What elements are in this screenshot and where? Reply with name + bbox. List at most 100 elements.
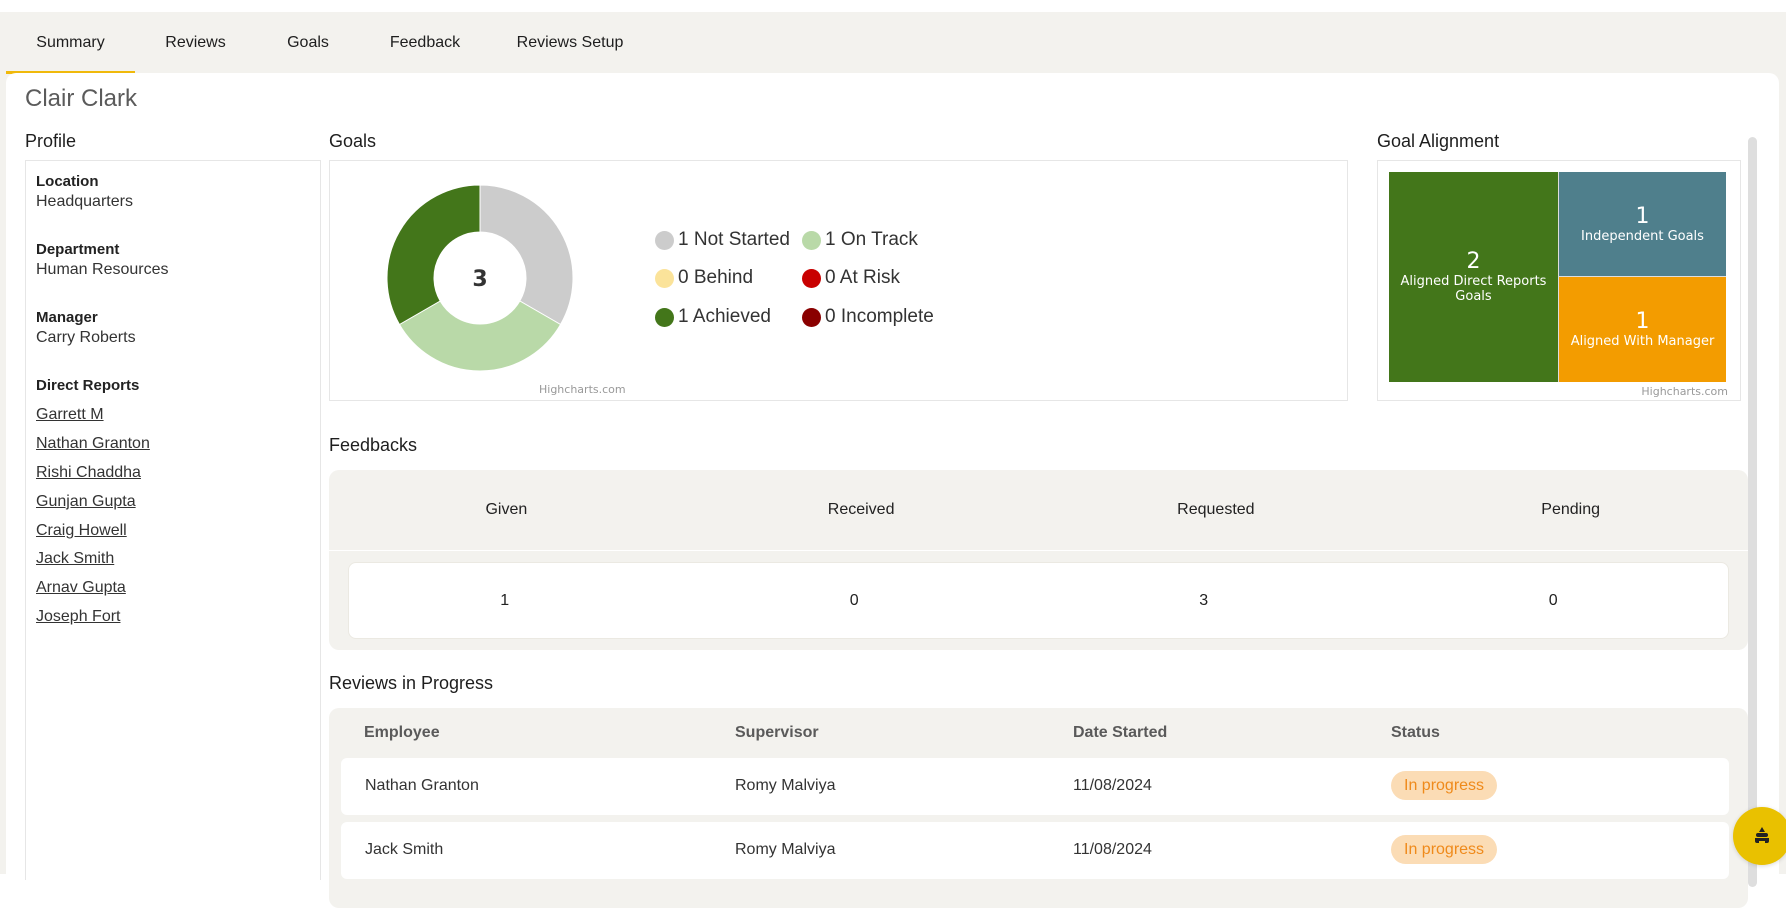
bee-icon (1755, 827, 1769, 843)
tab-summary[interactable]: Summary (6, 12, 135, 74)
legend-not-started[interactable]: 1 Not Started (655, 229, 790, 251)
legend-on-track[interactable]: 1 On Track (802, 229, 918, 251)
legend-dot-icon (655, 307, 674, 327)
column-header-date-started[interactable]: Date Started (1073, 724, 1167, 742)
legend-behind[interactable]: 0 Behind (655, 267, 753, 289)
profile-panel: Location Headquarters Department Human R… (25, 160, 321, 880)
help-assistant-button[interactable] (1733, 807, 1786, 865)
feedback-requested-count: 3 (1199, 591, 1209, 609)
goal-alignment-heading: Goal Alignment (1377, 131, 1500, 151)
donut-center-total: 3 (472, 267, 487, 292)
profile-heading: Profile (25, 131, 77, 151)
direct-report-link[interactable]: Rishi Chaddha (36, 464, 141, 482)
tab-goals[interactable]: Goals (256, 12, 360, 73)
legend-dot-icon (655, 268, 674, 288)
legend-text: 0 Incomplete (825, 306, 934, 327)
donut-slice-on-track[interactable] (398, 300, 562, 372)
column-header-received: Received (827, 501, 895, 518)
goals-heading: Goals (329, 131, 377, 151)
legend-dot-icon (655, 230, 674, 250)
legend-text: 1 On Track (825, 229, 918, 250)
column-header-pending: Pending (1541, 501, 1600, 518)
legend-text: 1 Not Started (678, 229, 790, 250)
profile-department: Department Human Resources (36, 241, 169, 279)
direct-report-link[interactable]: Garrett M (36, 406, 104, 424)
legend-text: 0 At Risk (825, 267, 900, 288)
direct-report-link[interactable]: Joseph Fort (36, 608, 120, 626)
legend-achieved[interactable]: 1 Achieved (655, 306, 771, 328)
field-value: Human Resources (36, 261, 169, 278)
direct-report-link[interactable]: Jack Smith (36, 550, 114, 568)
field-value: Headquarters (36, 193, 133, 210)
legend-dot-icon (802, 307, 821, 327)
supervisor-cell: Romy Malviya (735, 777, 836, 794)
column-header-requested: Requested (1177, 501, 1255, 518)
treemap-label: Aligned With Manager (1570, 334, 1715, 349)
highcharts-credit[interactable]: Highcharts.com (539, 383, 626, 396)
direct-reports-label: Direct Reports (36, 377, 139, 394)
goal-alignment-panel: 2 Aligned Direct Reports Goals 1 Indepen… (1377, 160, 1741, 401)
field-label: Department (36, 241, 120, 258)
feedbacks-header-row: Given Received Requested Pending (329, 470, 1748, 551)
field-label: Direct Reports (36, 377, 140, 394)
tab-bar: Summary Reviews Goals Feedback Reviews S… (6, 12, 650, 74)
date-cell: 11/08/2024 (1073, 841, 1152, 858)
field-label: Location (36, 173, 99, 190)
status-badge: In progress (1391, 771, 1498, 800)
supervisor-cell: Romy Malviya (735, 841, 836, 858)
feedback-pending-count: 0 (1548, 591, 1558, 609)
treemap-value: 1 (1635, 203, 1650, 229)
treemap-cell-aligned-with-manager[interactable]: 1 Aligned With Manager (1558, 277, 1726, 382)
date-cell: 11/08/2024 (1073, 777, 1152, 794)
treemap-label: Aligned Direct Reports Goals (1400, 274, 1547, 304)
donut-slice-not-started[interactable] (479, 184, 574, 326)
donut-slice-achieved[interactable] (386, 184, 481, 326)
treemap-cell-aligned-direct-reports[interactable]: 2 Aligned Direct Reports Goals (1389, 172, 1558, 382)
reviews-table: Employee Supervisor Date Started Status … (329, 708, 1748, 908)
legend-text: 1 Achieved (678, 306, 771, 327)
goals-chart-panel: 3 1 Not Started 1 On Track 0 Behind 0 At… (329, 160, 1348, 401)
tab-reviews[interactable]: Reviews (135, 12, 256, 73)
table-row[interactable]: Nathan Granton Romy Malviya 11/08/2024 I… (341, 758, 1729, 815)
direct-report-link[interactable]: Gunjan Gupta (36, 493, 136, 511)
profile-location: Location Headquarters (36, 173, 133, 211)
field-value: Carry Roberts (36, 329, 136, 346)
legend-dot-icon (802, 230, 821, 250)
feedbacks-heading: Feedbacks (329, 435, 418, 455)
table-row[interactable]: Jack Smith Romy Malviya 11/08/2024 In pr… (341, 822, 1729, 879)
feedback-given-count: 1 (500, 591, 510, 609)
status-badge: In progress (1391, 835, 1498, 864)
vertical-scrollbar[interactable] (1748, 137, 1757, 887)
field-label: Manager (36, 309, 98, 326)
column-header-status[interactable]: Status (1391, 724, 1440, 742)
legend-text: 0 Behind (678, 267, 754, 288)
legend-incomplete[interactable]: 0 Incomplete (802, 306, 934, 328)
column-header-employee[interactable]: Employee (364, 724, 440, 742)
employee-cell: Nathan Granton (365, 777, 479, 794)
direct-report-link[interactable]: Arnav Gupta (36, 579, 126, 597)
summary-card: Clair Clark Profile Location Headquarter… (6, 73, 1779, 908)
feedback-received-count: 0 (849, 591, 859, 609)
goals-donut-chart: 3 (386, 184, 574, 372)
direct-report-link[interactable]: Nathan Granton (36, 435, 150, 453)
treemap-cell-independent-goals[interactable]: 1 Independent Goals (1558, 172, 1726, 277)
column-header-given: Given (485, 501, 528, 518)
treemap-label: Independent Goals (1581, 228, 1704, 244)
app: Summary Reviews Goals Feedback Reviews S… (0, 12, 1786, 908)
profile-manager: Manager Carry Roberts (36, 309, 136, 347)
tab-feedback[interactable]: Feedback (360, 12, 490, 73)
tab-reviews-setup[interactable]: Reviews Setup (490, 12, 650, 73)
legend-at-risk[interactable]: 0 At Risk (802, 267, 900, 289)
column-header-supervisor[interactable]: Supervisor (735, 724, 819, 742)
legend-dot-icon (802, 268, 821, 288)
employee-cell: Jack Smith (365, 841, 444, 858)
highcharts-credit[interactable]: Highcharts.com (1641, 385, 1728, 398)
reviews-heading: Reviews in Progress (329, 673, 494, 693)
treemap-value: 2 (1466, 249, 1481, 274)
direct-report-link[interactable]: Craig Howell (36, 522, 127, 540)
feedbacks-values-row: 1 0 3 0 (348, 562, 1729, 639)
treemap-value: 1 (1635, 309, 1650, 334)
feedbacks-table: Given Received Requested Pending 1 0 3 0 (329, 470, 1748, 650)
reviews-header-row: Employee Supervisor Date Started Status (329, 708, 1748, 758)
page-title: Clair Clark (25, 85, 138, 112)
